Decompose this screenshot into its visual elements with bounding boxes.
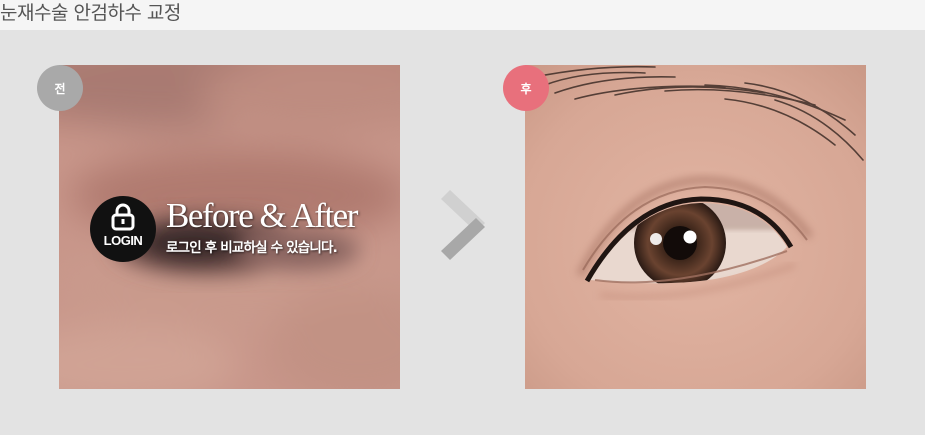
before-badge: 전 xyxy=(37,65,83,111)
login-overlay[interactable]: LOGIN Before & After 로그인 후 비교하실 수 있습니다. xyxy=(90,196,380,264)
eye-image xyxy=(525,65,866,389)
login-button[interactable]: LOGIN xyxy=(90,196,156,262)
chevron-right-icon xyxy=(441,190,487,264)
title-bar: 눈재수술 안검하수 교정 xyxy=(0,0,925,30)
after-badge: 후 xyxy=(503,65,549,111)
page-title: 눈재수술 안검하수 교정 xyxy=(0,2,181,24)
after-photo xyxy=(525,65,866,389)
login-label: LOGIN xyxy=(103,233,143,248)
before-after-heading: Before & After xyxy=(166,196,358,235)
login-required-message: 로그인 후 비교하실 수 있습니다. xyxy=(166,240,338,256)
lock-icon xyxy=(108,202,138,236)
